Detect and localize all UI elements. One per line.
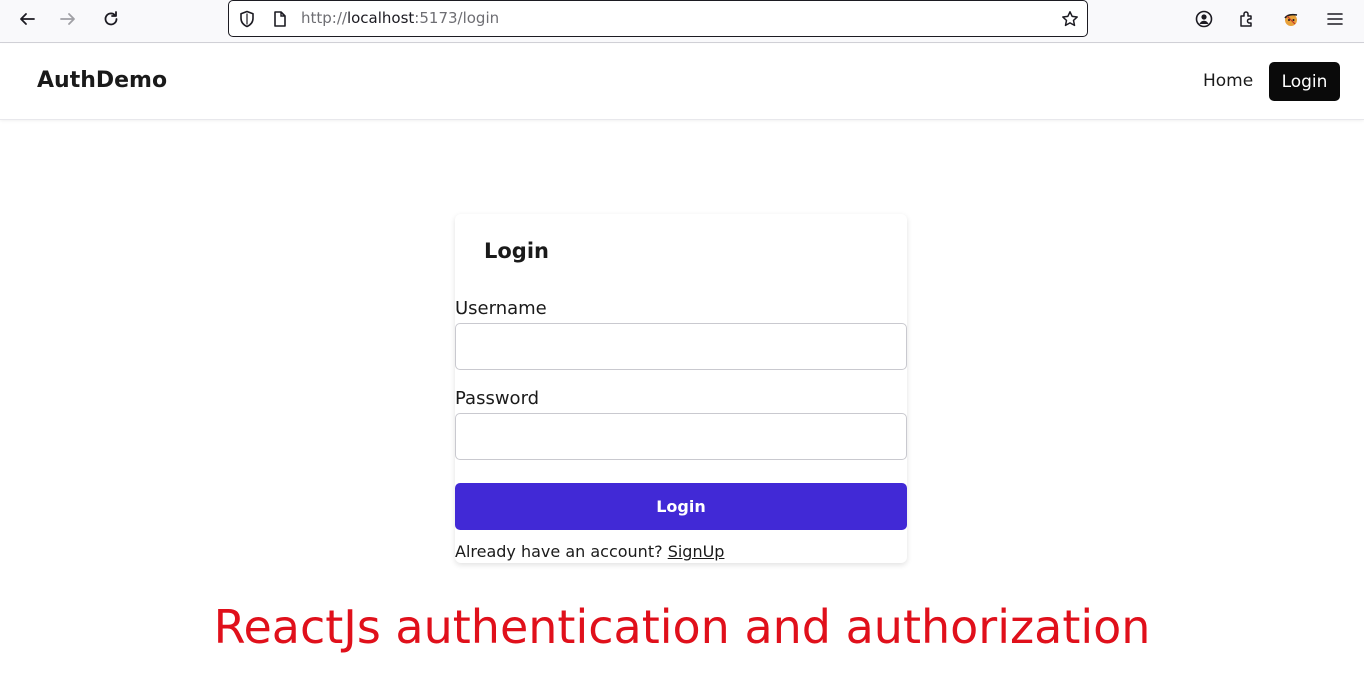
login-title: Login (484, 239, 549, 263)
login-card: Login Username Password Login Already ha… (455, 214, 907, 563)
back-arrow-icon[interactable] (12, 4, 42, 34)
reload-icon[interactable] (96, 4, 126, 34)
password-label: Password (455, 388, 540, 409)
star-icon[interactable] (1060, 9, 1080, 29)
account-icon[interactable] (1189, 4, 1219, 34)
password-input[interactable] (455, 413, 907, 460)
page-icon[interactable] (270, 9, 290, 29)
app-header: AuthDemo Home Login (0, 44, 1364, 120)
brand-logo[interactable]: AuthDemo (37, 68, 167, 93)
url-host: localhost (346, 9, 415, 27)
signup-prompt-text: Already have an account? (455, 542, 663, 561)
hamburger-menu-icon[interactable] (1320, 4, 1350, 34)
url-text[interactable]: http://localhost:5173/login (301, 9, 499, 27)
shield-icon[interactable] (237, 9, 257, 29)
url-bar[interactable]: http://localhost:5173/login (228, 0, 1088, 37)
username-input[interactable] (455, 323, 907, 370)
video-caption: ReactJs authentication and authorization (213, 600, 1151, 654)
login-submit-button[interactable]: Login (455, 483, 907, 530)
profile-avatar-icon[interactable] (1276, 4, 1306, 34)
signup-prompt: Already have an account? SignUp (455, 542, 724, 561)
forward-arrow-icon[interactable] (53, 4, 83, 34)
nav-login-button[interactable]: Login (1269, 62, 1340, 101)
nav-home-link[interactable]: Home (1203, 71, 1253, 91)
url-path: :5173/login (414, 9, 500, 27)
url-scheme: http:// (301, 9, 347, 27)
username-label: Username (455, 298, 547, 319)
puzzle-icon[interactable] (1232, 4, 1262, 34)
browser-toolbar: http://localhost:5173/login (0, 0, 1364, 43)
signup-link[interactable]: SignUp (668, 542, 725, 561)
